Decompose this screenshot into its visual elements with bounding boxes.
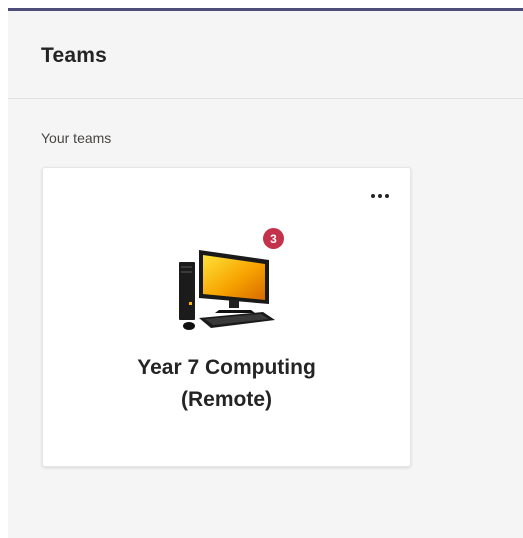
- team-name-line-1: Year 7 Computing: [137, 356, 316, 379]
- page-title: Teams: [41, 44, 107, 67]
- dot: [385, 194, 389, 198]
- screen: Teams Your teams 3 Year 7 Computing (Rem…: [0, 0, 523, 538]
- desktop-computer-icon: [179, 250, 275, 330]
- notification-badge: 3: [263, 228, 284, 249]
- your-teams-label: Your teams: [41, 130, 112, 146]
- teams-app: Teams Your teams 3 Year 7 Computing (Rem…: [8, 8, 523, 538]
- team-name-line-2: (Remote): [180, 388, 272, 411]
- more-options-icon[interactable]: [366, 188, 394, 204]
- team-name[interactable]: Year 7 Computing (Remote): [43, 352, 410, 416]
- page-header: Teams: [8, 11, 523, 99]
- dot: [378, 194, 382, 198]
- dot: [371, 194, 375, 198]
- team-card[interactable]: 3 Year 7 Computing (Remote): [42, 167, 411, 467]
